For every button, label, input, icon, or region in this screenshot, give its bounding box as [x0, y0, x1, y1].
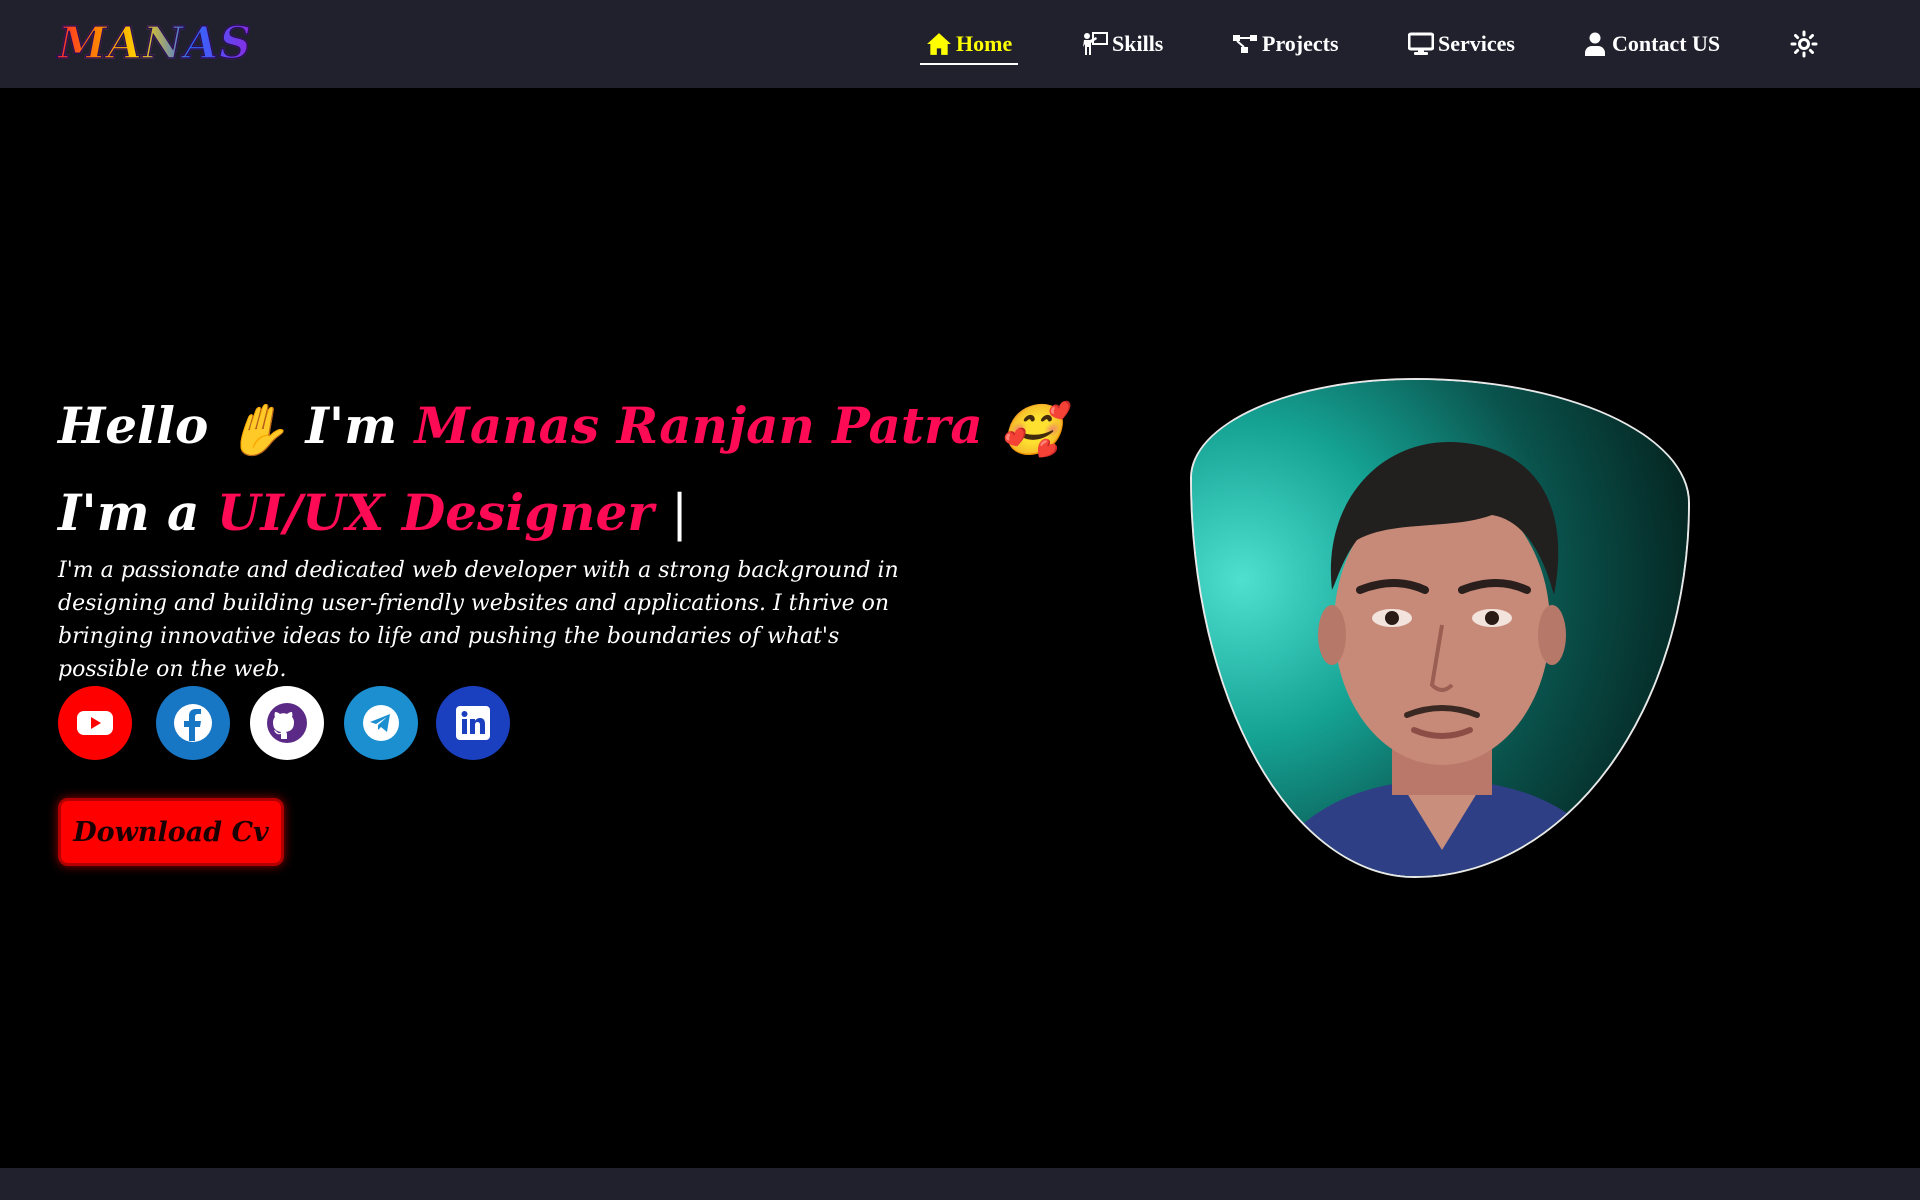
nav-services[interactable]: Services: [1408, 26, 1515, 62]
user-icon: [1582, 32, 1608, 56]
profile-photo: [1190, 378, 1690, 878]
hero-name: Manas Ranjan Patra: [414, 396, 983, 455]
theme-toggle-button[interactable]: [1790, 30, 1818, 58]
download-cv-button[interactable]: Download Cv: [58, 798, 284, 866]
nav-skills[interactable]: Skills: [1082, 26, 1163, 62]
typing-cursor: |: [671, 484, 688, 542]
person-portrait-icon: [1192, 380, 1688, 876]
github-icon: [265, 701, 309, 745]
youtube-icon: [73, 701, 117, 745]
navbar: MANAS Home Skills Projects Services Cont…: [0, 0, 1920, 88]
nav-home-label: Home: [956, 31, 1013, 56]
social-links: [58, 686, 518, 760]
role-typed-text: UI/UX Designer: [216, 483, 654, 542]
linkedin-icon: [451, 701, 495, 745]
footer-strip: [0, 1168, 1920, 1200]
sun-icon: [1790, 30, 1818, 62]
nav-home[interactable]: Home: [919, 26, 1019, 65]
smiling-hearts-emoji: 🥰: [1000, 400, 1063, 459]
raised-hand-emoji: ✋: [225, 400, 289, 459]
facebook-icon: [171, 701, 215, 745]
presenter-icon: [1082, 32, 1108, 56]
github-link[interactable]: [250, 686, 324, 760]
intro-text: I'm: [305, 396, 398, 455]
youtube-link[interactable]: [58, 686, 132, 760]
nav-projects-label: Projects: [1262, 31, 1339, 56]
home-icon: [926, 32, 952, 56]
nav-projects[interactable]: Projects: [1232, 26, 1339, 62]
facebook-link[interactable]: [156, 686, 230, 760]
nav-skills-label: Skills: [1112, 31, 1164, 56]
nav-contact-label: Contact US: [1612, 31, 1721, 56]
greeting-text: Hello: [58, 396, 209, 455]
diagram-icon: [1232, 32, 1258, 56]
desktop-icon: [1408, 32, 1434, 56]
main-nav: Home Skills Projects Services Contact US: [0, 0, 1920, 88]
hero-greeting: Hello ✋ I'm Manas Ranjan Patra 🥰: [58, 395, 1062, 461]
hero-bio: I'm a passionate and dedicated web devel…: [58, 558, 899, 682]
role-prefix: I'm a: [58, 483, 200, 542]
nav-contact[interactable]: Contact US: [1582, 26, 1720, 62]
telegram-link[interactable]: [344, 686, 418, 760]
linkedin-link[interactable]: [436, 686, 510, 760]
telegram-icon: [359, 701, 403, 745]
hero-role: I'm a UI/UX Designer |: [58, 482, 688, 544]
nav-services-label: Services: [1438, 31, 1515, 56]
